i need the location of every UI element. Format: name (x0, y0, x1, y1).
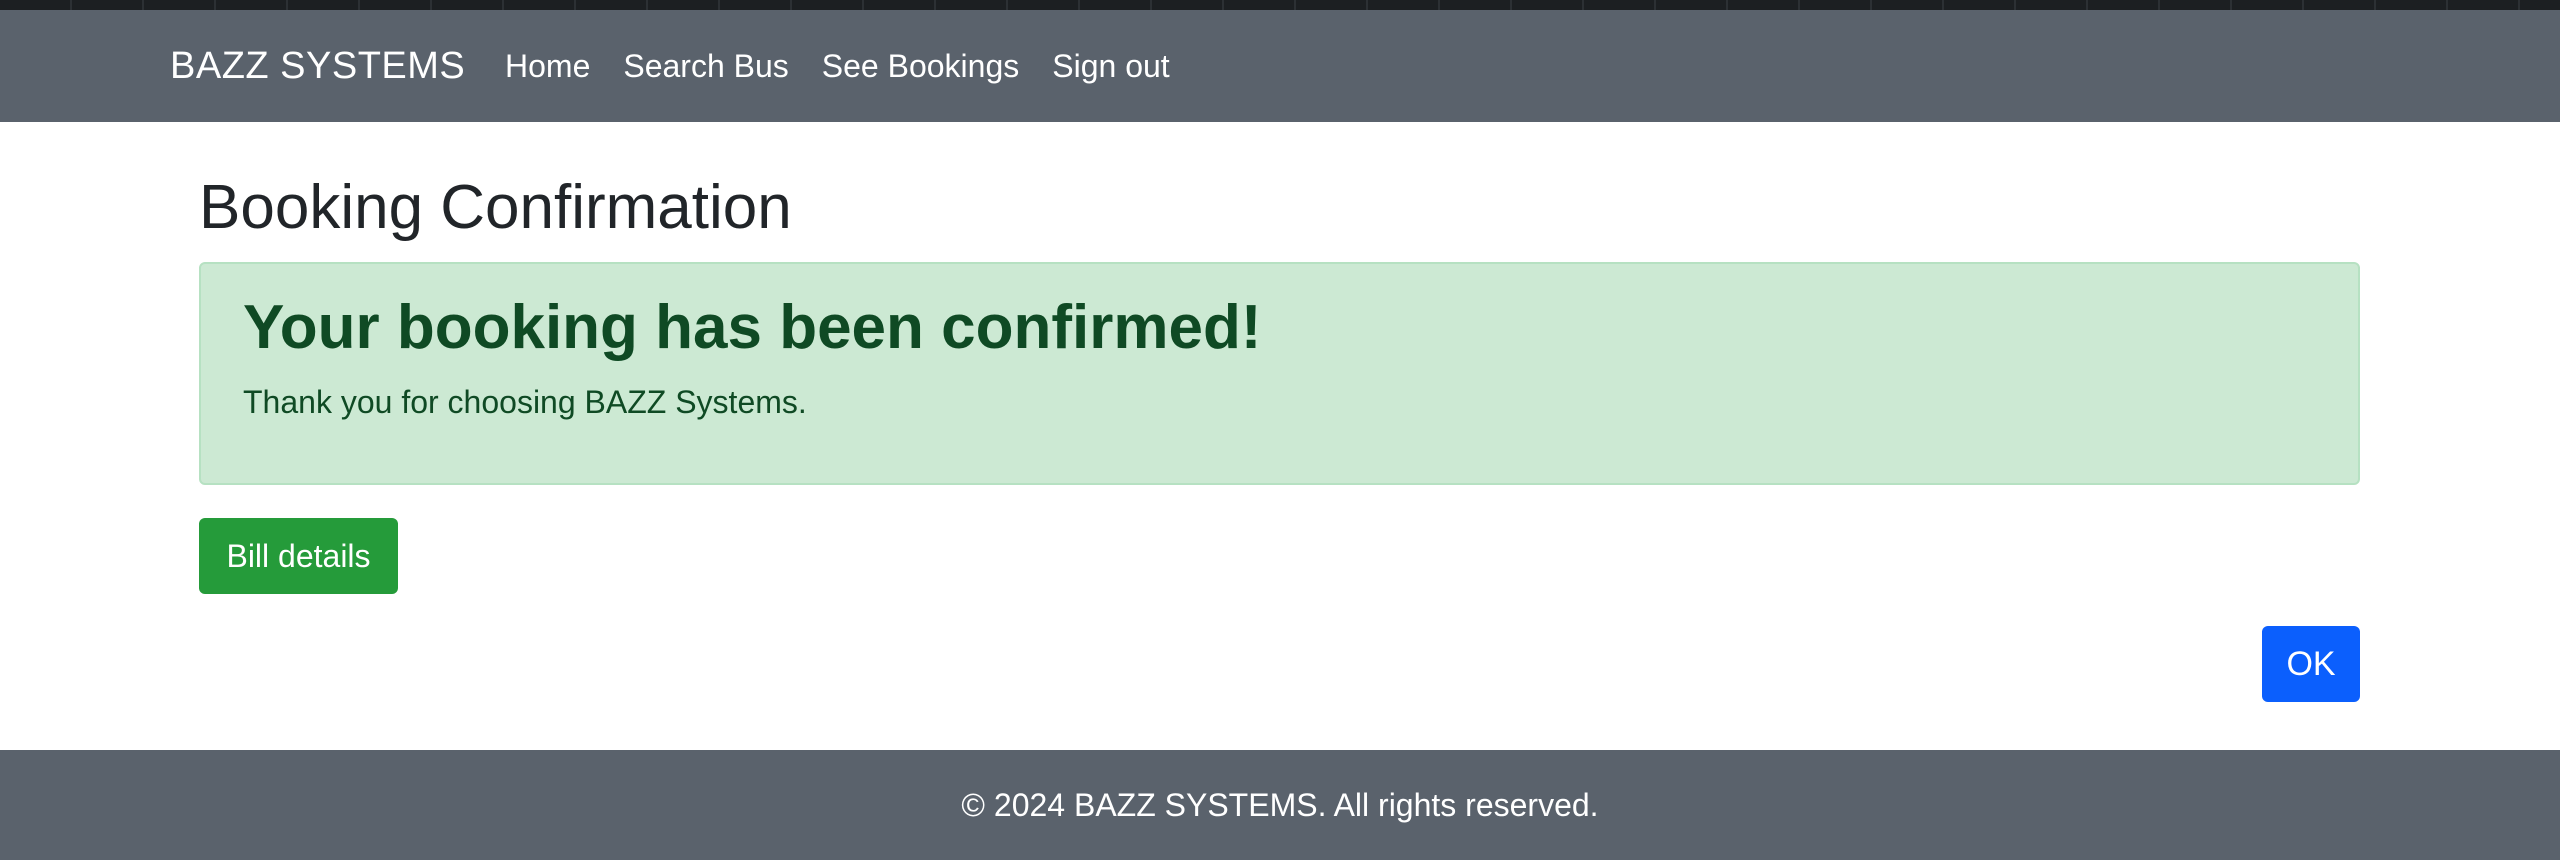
success-alert: Your booking has been confirmed! Thank y… (199, 262, 2360, 485)
browser-top-strip (0, 0, 2560, 10)
page-title: Booking Confirmation (199, 173, 792, 242)
bill-details-button[interactable]: Bill details (199, 518, 398, 594)
alert-heading: Your booking has been confirmed! (243, 293, 1262, 362)
alert-message: Thank you for choosing BAZZ Systems. (243, 384, 807, 420)
footer-copyright: © 2024 BAZZ SYSTEMS. All rights reserved… (961, 786, 1599, 823)
nav-link-search-bus[interactable]: Search Bus (623, 48, 788, 85)
brand-logo-text[interactable]: BAZZ SYSTEMS (170, 45, 465, 88)
nav-link-home[interactable]: Home (505, 48, 590, 85)
nav-link-sign-out[interactable]: Sign out (1052, 48, 1169, 85)
page-footer: © 2024 BAZZ SYSTEMS. All rights reserved… (0, 750, 2560, 860)
nav-link-see-bookings[interactable]: See Bookings (822, 48, 1019, 85)
ok-button[interactable]: OK (2262, 626, 2360, 702)
nav-links: Home Search Bus See Bookings Sign out (505, 48, 1203, 85)
top-navbar: BAZZ SYSTEMS Home Search Bus See Booking… (0, 10, 2560, 122)
